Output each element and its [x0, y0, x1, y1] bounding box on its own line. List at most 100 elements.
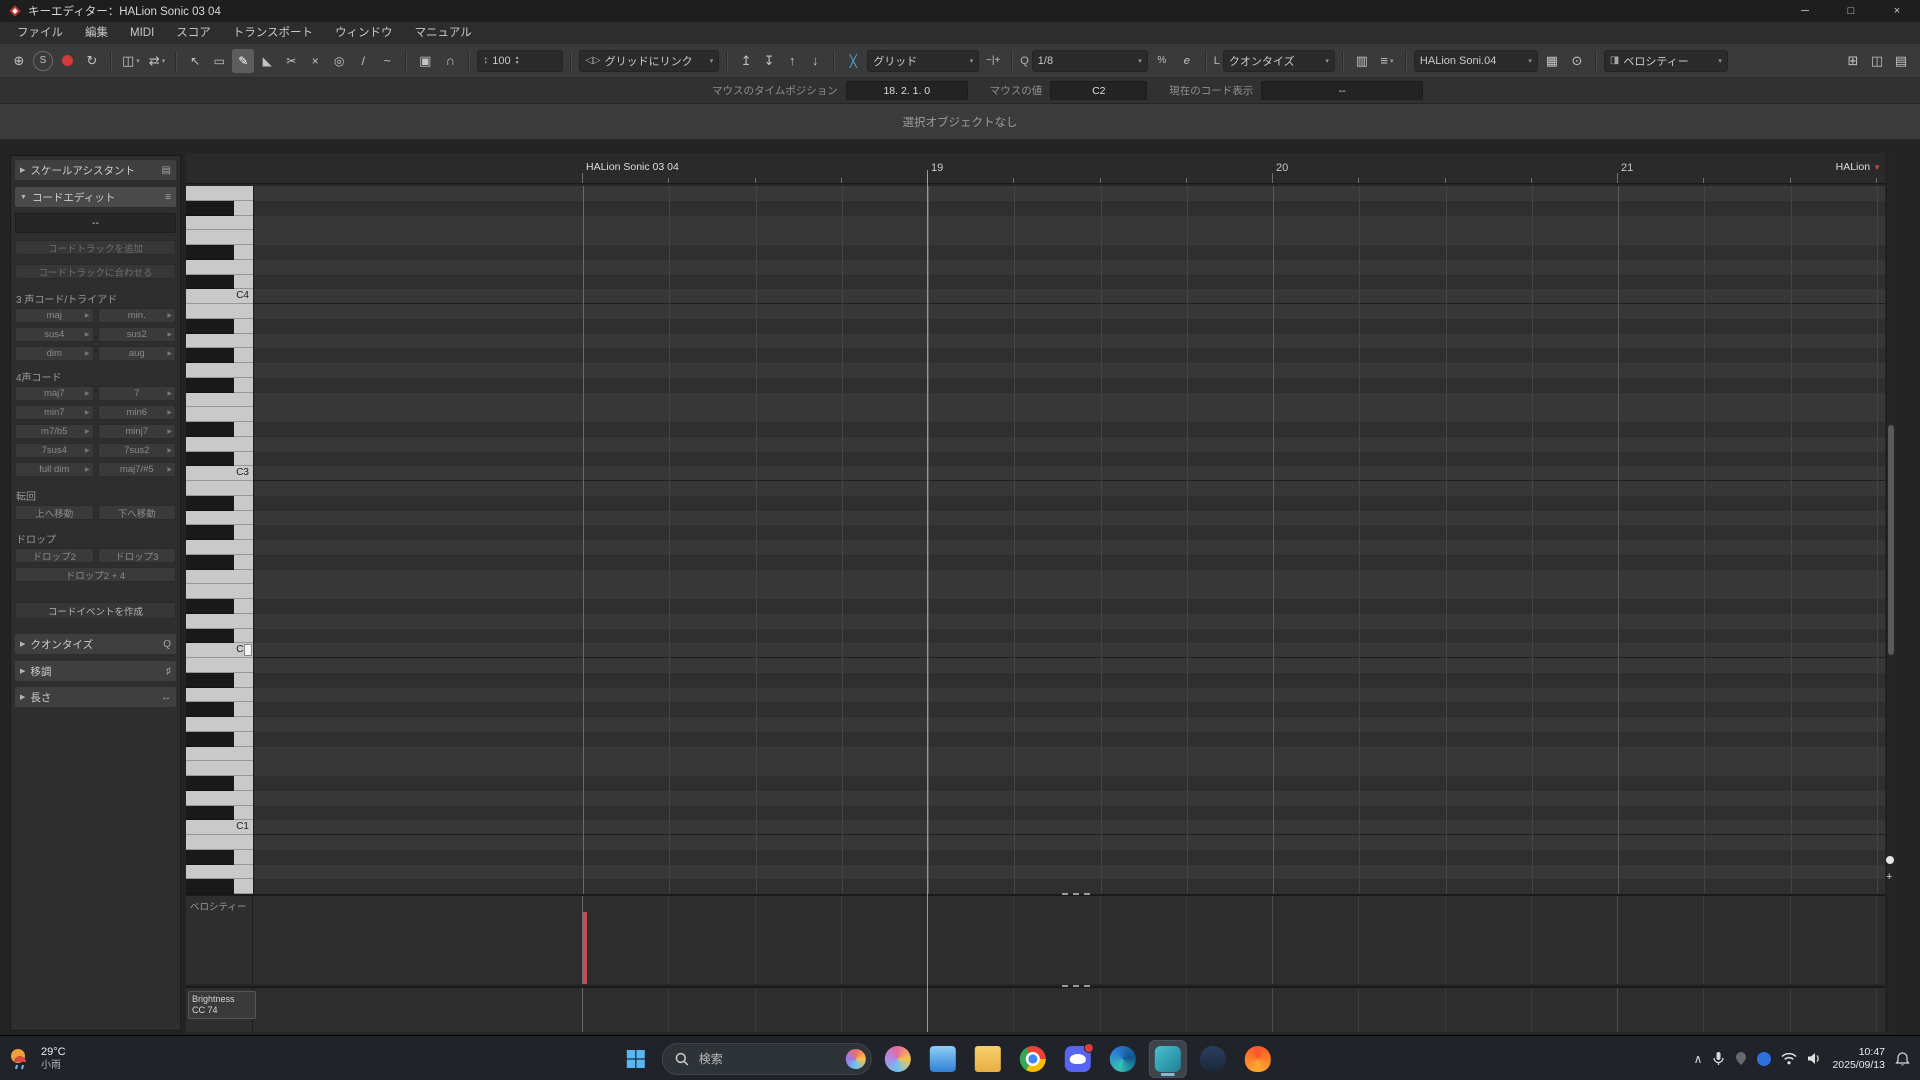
chrome-app-icon[interactable]: [1014, 1040, 1052, 1078]
erase-tool[interactable]: ◣: [256, 49, 278, 73]
chord-min--button[interactable]: min.▶: [98, 308, 177, 323]
piano-key-c4[interactable]: C4: [186, 289, 253, 304]
note-expression-button[interactable]: ▣: [414, 49, 436, 73]
taskbar-clock[interactable]: 10:47 2025/09/13: [1832, 1046, 1885, 1072]
inversion---button[interactable]: 上へ移動: [15, 505, 94, 520]
velocity-lane-plot[interactable]: [253, 896, 1885, 984]
section-scale-assistant[interactable]: ▶ スケールアシスタント ▤: [15, 160, 176, 180]
piano-key-ds2[interactable]: [186, 599, 253, 614]
section-transpose[interactable]: ▶ 移調 ♯: [15, 661, 176, 681]
iterative-quantize-button[interactable]: e: [1176, 49, 1198, 73]
solo-editor-button[interactable]: S: [33, 51, 53, 71]
piano-key-ds4[interactable]: [186, 245, 253, 260]
piano-key-gs3[interactable]: [186, 348, 253, 363]
menu-item[interactable]: スコア: [165, 22, 222, 44]
search-highlights-icon[interactable]: [846, 1049, 866, 1069]
inversion---button[interactable]: 下へ移動: [98, 505, 177, 520]
steam-app-icon[interactable]: [1194, 1040, 1232, 1078]
chord-dim-button[interactable]: dim▶: [15, 346, 94, 361]
snap-button[interactable]: ╳: [842, 49, 864, 73]
zoom-in-button[interactable]: +: [1886, 871, 1892, 883]
scrollbar-thumb[interactable]: [1888, 425, 1894, 655]
stepper-arrows[interactable]: ▲▼: [515, 56, 520, 66]
piano-key-a1[interactable]: [186, 688, 253, 703]
section-quantize[interactable]: ▶ クオンタイズ Q: [15, 634, 176, 654]
piano-key-a2[interactable]: [186, 511, 253, 526]
chord-maj-button[interactable]: maj▶: [15, 308, 94, 323]
piano-key-as2[interactable]: [186, 496, 253, 511]
chord-7sus4-button[interactable]: 7sus4▶: [15, 443, 94, 458]
chord-min6-button[interactable]: min6▶: [98, 405, 177, 420]
piano-key-fs3[interactable]: [186, 378, 253, 393]
menu-item[interactable]: ファイル: [6, 22, 74, 44]
piano-key-g1[interactable]: [186, 717, 253, 732]
pin-button[interactable]: ⊕: [8, 49, 30, 73]
part-overflow-label[interactable]: HALion ▼: [1836, 161, 1881, 173]
draw-tool[interactable]: ✎: [232, 49, 254, 73]
piano-key-gs0[interactable]: [186, 879, 253, 894]
piano-key-fs4[interactable]: [186, 201, 253, 216]
lane-resize-handle[interactable]: [1062, 985, 1090, 987]
panel-toggle-button[interactable]: ▤: [1890, 49, 1912, 73]
quantize-preset-select[interactable]: 1/8 ▾: [1032, 50, 1148, 72]
record-in-editor-button[interactable]: [56, 49, 78, 73]
copilot-app-icon[interactable]: [879, 1040, 917, 1078]
piano-key-ds3[interactable]: [186, 422, 253, 437]
chord-maj7-button[interactable]: maj7▶: [15, 386, 94, 401]
mute-tool[interactable]: ×: [304, 49, 326, 73]
controller-lane-label[interactable]: Brightness CC 74: [188, 991, 256, 1019]
piano-key-d2[interactable]: [186, 614, 253, 629]
volume-icon[interactable]: [1807, 1052, 1822, 1065]
nudge-button[interactable]: ↓: [804, 49, 826, 73]
piano-key-fs1[interactable]: [186, 732, 253, 747]
grid-type-select[interactable]: グリッド ▾: [867, 50, 979, 72]
length-quantize-select[interactable]: クオンタイズ ▾: [1223, 50, 1335, 72]
panel-toggle-button[interactable]: ⊞: [1842, 49, 1864, 73]
piano-key-f1[interactable]: [186, 747, 253, 762]
drop--3-button[interactable]: ドロップ3: [98, 548, 177, 563]
piano-key-g4[interactable]: [186, 186, 253, 201]
note-grid[interactable]: F2: [253, 186, 1885, 894]
event-layers-button[interactable]: ≡▾: [1376, 49, 1398, 73]
piano-key-e3[interactable]: [186, 407, 253, 422]
chord-maj7-5-button[interactable]: maj7/#5▶: [98, 462, 177, 477]
wifi-icon[interactable]: [1781, 1052, 1797, 1065]
discord-app-icon[interactable]: [1059, 1040, 1097, 1078]
menu-item[interactable]: MIDI: [119, 22, 165, 44]
controller-lane-plot[interactable]: [253, 988, 1885, 1032]
piano-key-d3[interactable]: [186, 437, 253, 452]
piano-key-b0[interactable]: [186, 835, 253, 850]
piano-key-gs2[interactable]: [186, 525, 253, 540]
microphone-icon[interactable]: [1712, 1051, 1725, 1066]
time-format-button[interactable]: ⊙: [1566, 49, 1588, 73]
active-part-select[interactable]: HALion Soni.04 ▾: [1414, 50, 1538, 72]
piano-key-as0[interactable]: [186, 850, 253, 865]
curve-tool[interactable]: ~: [376, 49, 398, 73]
piano-key-g3[interactable]: [186, 363, 253, 378]
chord-full-dim-button[interactable]: full dim▶: [15, 462, 94, 477]
cubase-app-icon[interactable]: [1149, 1040, 1187, 1078]
hamburger-menu-icon[interactable]: ≡: [165, 192, 171, 203]
piano-key-fs2[interactable]: [186, 555, 253, 570]
acoustic-feedback-button[interactable]: ↻: [81, 49, 103, 73]
weather-widget[interactable]: 29°C 小雨: [8, 1046, 66, 1072]
chord-7-button[interactable]: 7▶: [98, 386, 177, 401]
location-icon[interactable]: [1735, 1051, 1747, 1066]
piano-key-d4[interactable]: [186, 260, 253, 275]
piano-key-cs1[interactable]: [186, 806, 253, 821]
search-input[interactable]: [697, 1051, 838, 1067]
menu-item[interactable]: 編集: [74, 22, 119, 44]
piano-key-cs3[interactable]: [186, 452, 253, 467]
length-grid-link-select[interactable]: ◁▷ グリッドにリンク ▾: [579, 50, 719, 72]
brave-app-icon[interactable]: [1239, 1040, 1277, 1078]
chord-7sus2-button[interactable]: 7sus2▶: [98, 443, 177, 458]
split-tool[interactable]: ✂: [280, 49, 302, 73]
loop-button[interactable]: ∩: [439, 49, 461, 73]
piano-key-gs1[interactable]: [186, 702, 253, 717]
chord-sus4-button[interactable]: sus4▶: [15, 327, 94, 342]
chord-m7-b5-button[interactable]: m7/b5▶: [15, 424, 94, 439]
vertical-scrollbar[interactable]: [1886, 153, 1896, 1032]
teams-status-icon[interactable]: [1757, 1052, 1771, 1066]
edge-app-icon[interactable]: [1104, 1040, 1142, 1078]
piano-key-e1[interactable]: [186, 761, 253, 776]
